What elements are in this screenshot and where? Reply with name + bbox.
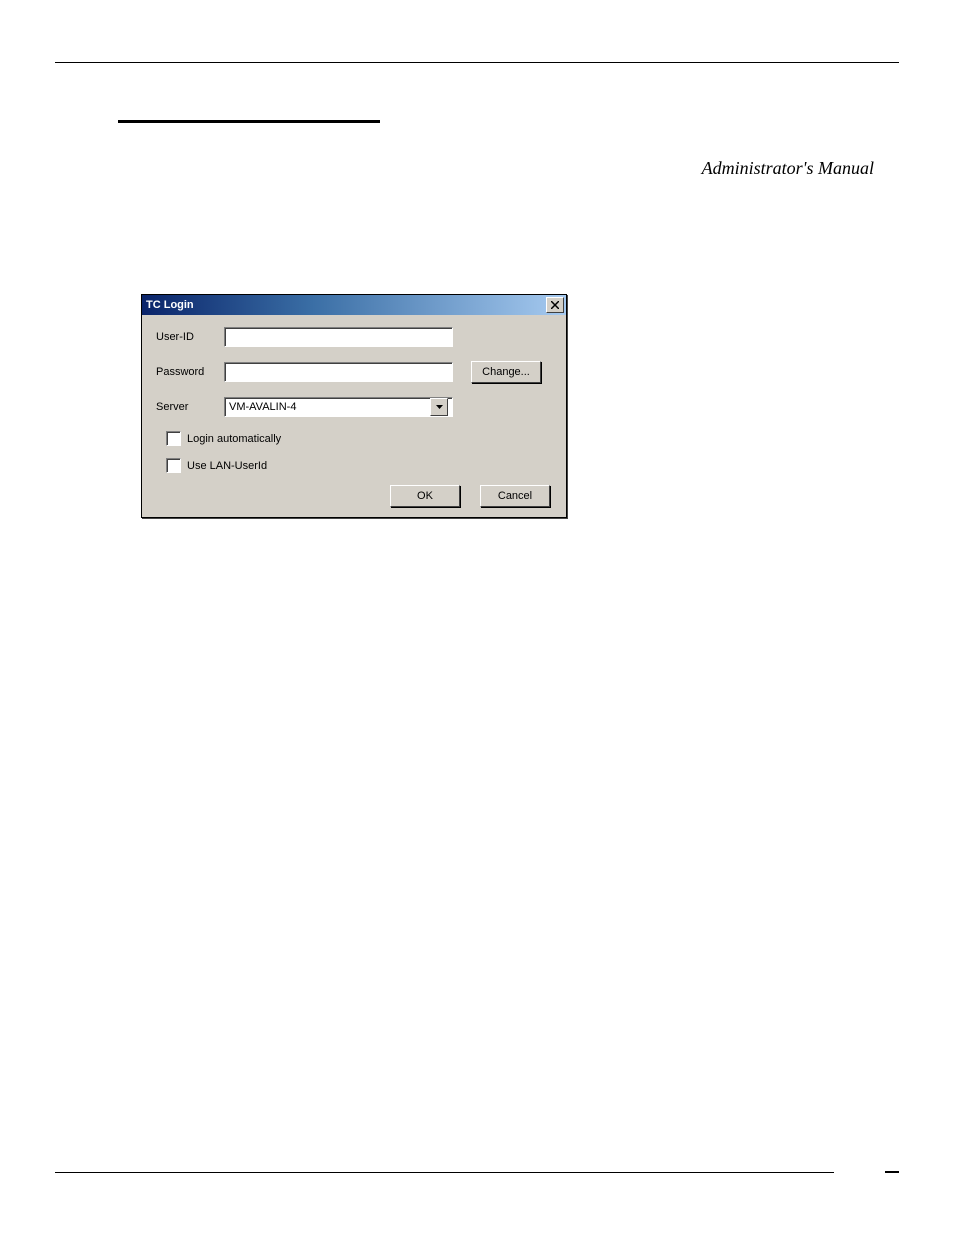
header-right-text: Administrator's Manual	[702, 158, 874, 179]
close-button[interactable]	[546, 297, 564, 313]
footer-dash	[885, 1171, 899, 1173]
dialog-title: TC Login	[146, 299, 194, 311]
login-automatically-label: Login automatically	[187, 433, 281, 445]
login-automatically-checkbox[interactable]	[166, 431, 181, 446]
section-rule	[118, 120, 380, 123]
server-value: VM-AVALIN-4	[229, 401, 430, 413]
ok-button[interactable]: OK	[390, 485, 460, 507]
server-combobox[interactable]: VM-AVALIN-4	[224, 397, 453, 417]
login-dialog: TC Login User-ID Password Change...	[141, 294, 567, 518]
chevron-down-icon	[436, 405, 443, 409]
userid-input[interactable]	[224, 327, 453, 347]
use-lan-userid-checkbox[interactable]	[166, 458, 181, 473]
close-icon	[551, 301, 559, 309]
bottom-rule	[55, 1172, 834, 1173]
top-rule	[55, 62, 899, 63]
password-label: Password	[156, 366, 224, 378]
server-dropdown-button[interactable]	[430, 398, 448, 416]
server-label: Server	[156, 401, 224, 413]
password-input[interactable]	[224, 362, 453, 382]
titlebar: TC Login	[142, 295, 566, 315]
use-lan-userid-label: Use LAN-UserId	[187, 460, 267, 472]
change-button[interactable]: Change...	[471, 361, 541, 383]
cancel-button[interactable]: Cancel	[480, 485, 550, 507]
userid-label: User-ID	[156, 331, 224, 343]
